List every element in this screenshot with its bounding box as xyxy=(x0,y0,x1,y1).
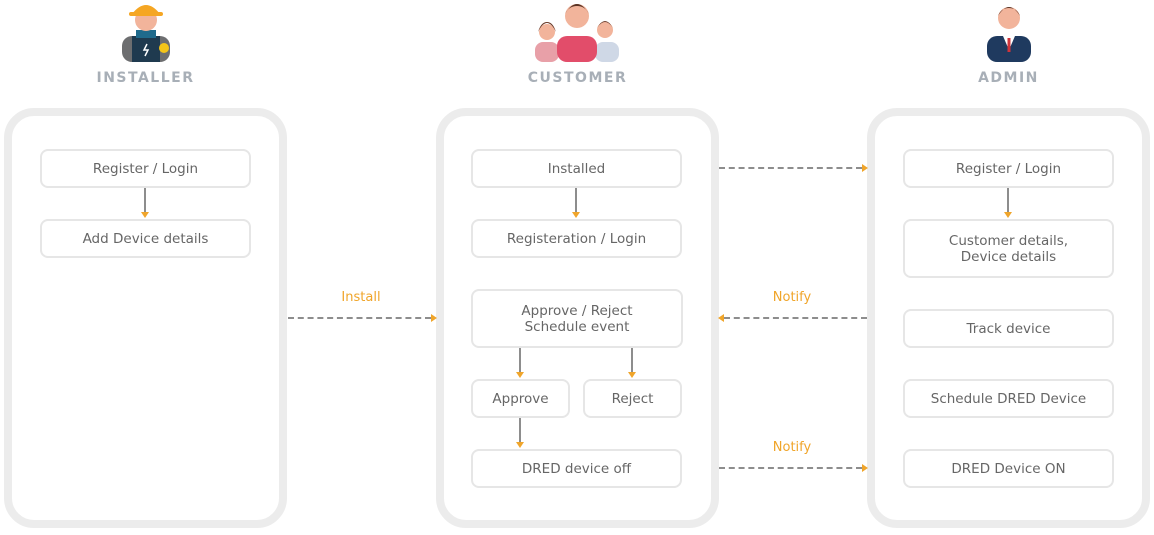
admin-step-register-login: Register / Login xyxy=(903,149,1114,188)
arrow-head xyxy=(516,442,524,448)
admin-icon xyxy=(987,7,1031,62)
arrow-head xyxy=(862,464,868,472)
arrow-line xyxy=(144,188,146,213)
connector-label-install: Install xyxy=(341,290,381,305)
arrow-line xyxy=(631,348,633,373)
connector-label-notify: Notify xyxy=(772,290,812,305)
arrow-head xyxy=(572,212,580,218)
installer-title: INSTALLER xyxy=(96,70,195,86)
customer-step-approve: Approve xyxy=(471,379,570,418)
customer-title: CUSTOMER xyxy=(527,70,628,86)
connector-notify-admin xyxy=(719,467,862,469)
arrow-head xyxy=(516,372,524,378)
arrow-line xyxy=(519,418,521,443)
flow-diagram: INSTALLER CUSTOMER ADMIN Register / Logi… xyxy=(0,0,1154,535)
customer-step-installed: Installed xyxy=(471,149,682,188)
customer-step-registration-login: Registeration / Login xyxy=(471,219,682,258)
admin-step-dred-on: DRED Device ON xyxy=(903,449,1114,488)
customer-group-icon xyxy=(535,4,619,62)
connector-install xyxy=(288,317,431,319)
customer-step-reject: Reject xyxy=(583,379,682,418)
customer-step-dred-off: DRED device off xyxy=(471,449,682,488)
connector-label-notify: Notify xyxy=(772,440,812,455)
arrow-head xyxy=(141,212,149,218)
arrow-head xyxy=(1004,212,1012,218)
installer-step-add-device: Add Device details xyxy=(40,219,251,258)
admin-title: ADMIN xyxy=(978,70,1039,86)
arrow-line xyxy=(1007,188,1009,213)
arrow-head xyxy=(628,372,636,378)
connector-notify-customer xyxy=(724,317,867,319)
admin-step-track-device: Track device xyxy=(903,309,1114,348)
admin-step-customer-device-details: Customer details, Device details xyxy=(903,219,1114,278)
installer-step-register-login: Register / Login xyxy=(40,149,251,188)
connector-installed-to-admin xyxy=(719,167,862,169)
arrow-line xyxy=(575,188,577,213)
arrow-line xyxy=(519,348,521,373)
customer-step-approve-reject: Approve / Reject Schedule event xyxy=(471,289,683,348)
admin-step-schedule-dred: Schedule DRED Device xyxy=(903,379,1114,418)
arrow-head xyxy=(862,164,868,172)
installer-icon xyxy=(122,5,170,62)
arrow-head xyxy=(431,314,437,322)
